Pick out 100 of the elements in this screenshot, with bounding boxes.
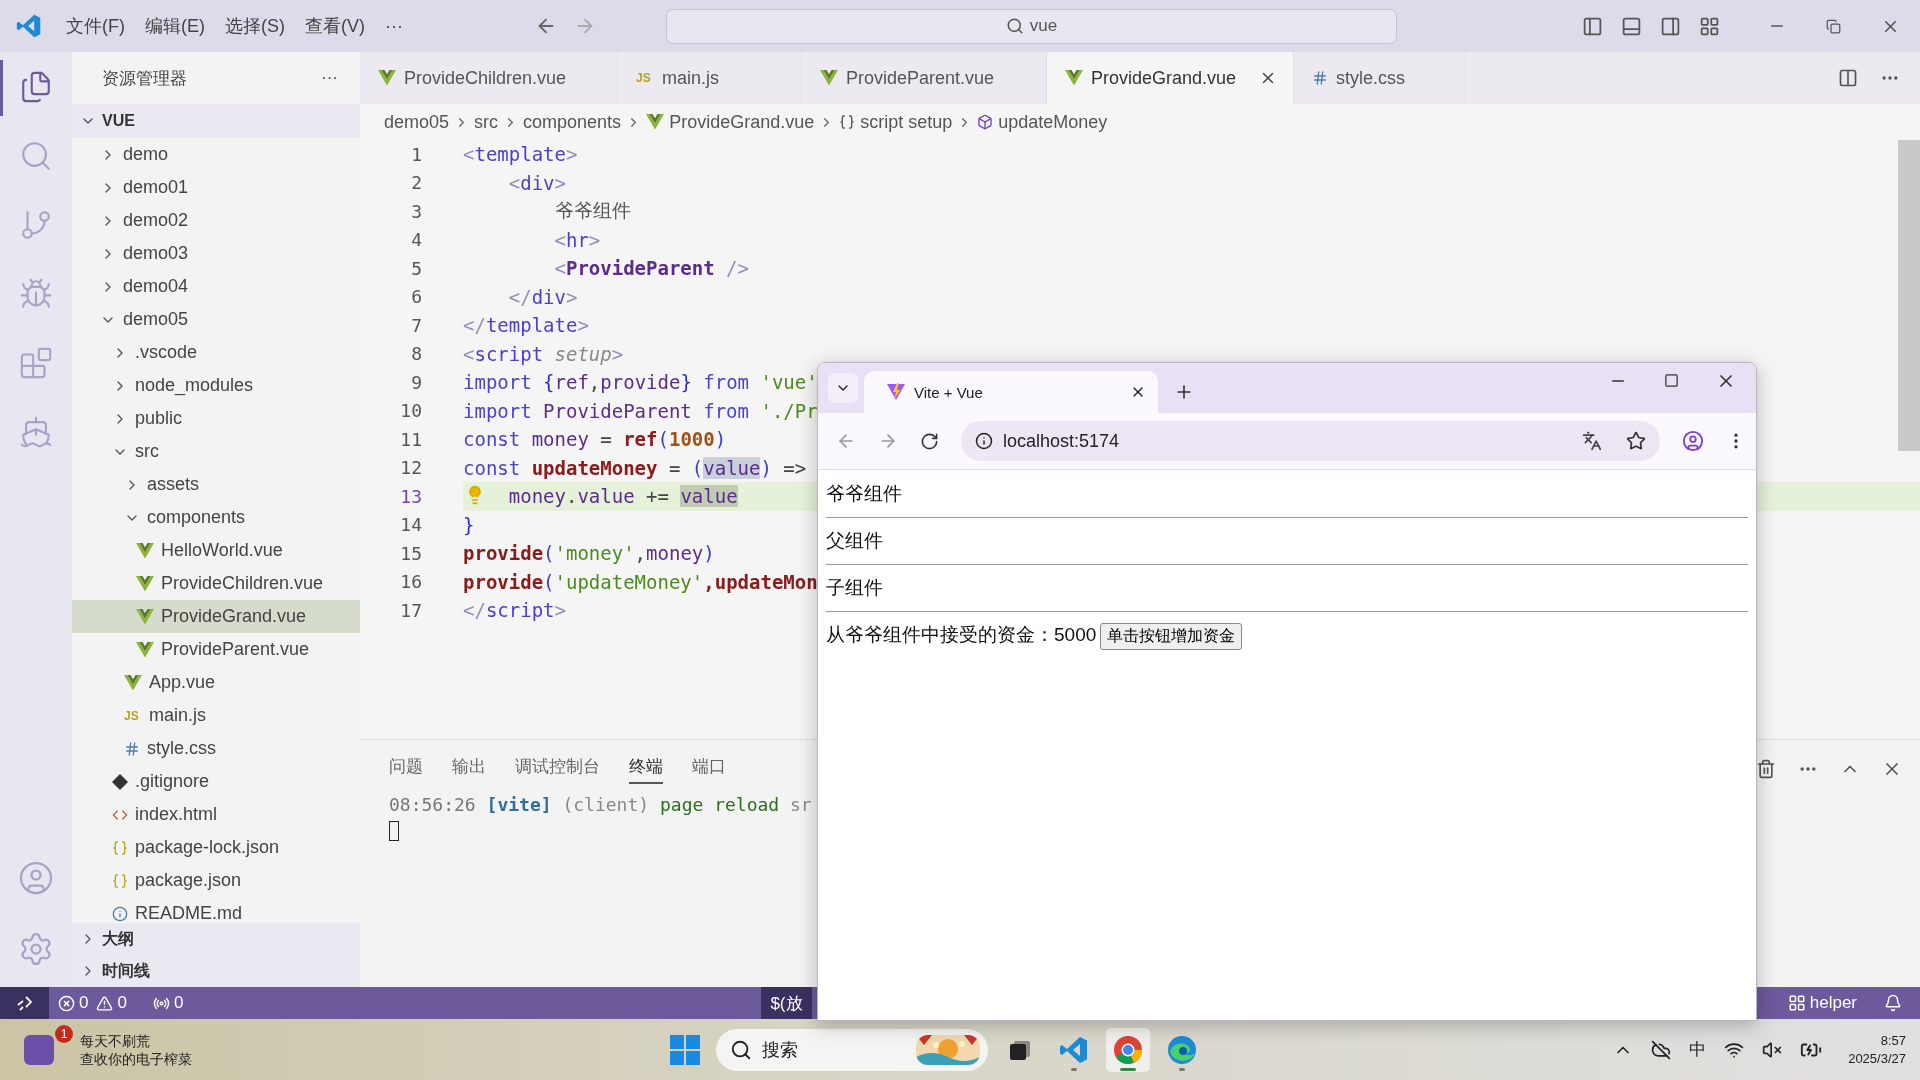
breadcrumb-item[interactable]: components	[523, 111, 622, 133]
ports-button[interactable]: 0	[143, 987, 193, 1019]
line-number: 12	[399, 457, 422, 479]
tree-item[interactable]: .vscode	[72, 336, 360, 369]
page-text: 从爷爷组件中接受的资金：5000	[826, 624, 1097, 645]
clock[interactable]: 8:57 2025/3/27	[1848, 1031, 1906, 1068]
line-number: 4	[410, 229, 422, 251]
code-line: <hr>	[553, 228, 601, 251]
files-icon[interactable]	[19, 70, 53, 104]
app-icon[interactable]	[24, 1034, 54, 1065]
line-number: 6	[410, 286, 422, 308]
maximize-icon[interactable]	[1664, 373, 1679, 388]
tree-item[interactable]: .gitignore	[72, 765, 360, 798]
input-method-indicator[interactable]: 中	[1689, 1038, 1707, 1061]
terminal-status[interactable]: $(放	[761, 987, 812, 1019]
panel-tab[interactable]: 输出	[452, 754, 486, 784]
v-logo-icon	[136, 641, 154, 658]
menu-item[interactable]: 选择(S)	[215, 14, 295, 38]
folder-header[interactable]: VUE	[72, 104, 360, 138]
tree-item[interactable]: ProvideParent.vue	[72, 633, 360, 666]
bookmark-icon[interactable]	[1626, 431, 1646, 451]
more-actions-button[interactable]: ···	[321, 68, 338, 88]
tree-item[interactable]: ProvideGrand.vue	[72, 600, 360, 633]
translate-icon[interactable]	[1582, 431, 1602, 451]
tree-item[interactable]: demo04	[72, 270, 360, 303]
breadcrumb-item[interactable]: updateMoney	[998, 111, 1108, 133]
code-line: import {ref,provide} from 'vue'	[463, 371, 818, 394]
panel-tab[interactable]: 问题	[389, 754, 423, 784]
round-logo-icon[interactable]	[1113, 1034, 1143, 1065]
restore-icon[interactable]	[1826, 18, 1841, 34]
menu-item[interactable]: 编辑(E)	[135, 14, 215, 38]
remote-button[interactable]	[0, 987, 49, 1019]
panel-tab[interactable]: 端口	[692, 754, 726, 784]
start-icon[interactable]	[670, 1034, 700, 1065]
breadcrumb-item[interactable]: demo05	[384, 111, 450, 133]
panel-tab[interactable]: 调试控制台	[515, 754, 600, 784]
tree-item[interactable]: src	[72, 435, 360, 468]
page-button[interactable]: 单击按钮增加资金	[1100, 623, 1243, 650]
scrollbar-thumb[interactable]	[1898, 140, 1920, 451]
tree-item[interactable]: components	[72, 501, 360, 534]
split-editor-icon[interactable]	[1838, 68, 1858, 88]
panel-tab[interactable]: 终端	[629, 754, 663, 784]
reload-icon[interactable]	[920, 431, 939, 451]
tree-item[interactable]: demo03	[72, 237, 360, 270]
tree-item[interactable]: App.vue	[72, 666, 360, 699]
search-field[interactable]: vue	[665, 8, 1397, 44]
tree-item[interactable]: assets	[72, 468, 360, 501]
menu-item[interactable]: 文件(F)	[56, 14, 135, 38]
ribbon-logo-icon[interactable]	[1059, 1034, 1089, 1065]
braces-icon	[839, 114, 856, 130]
wave-logo-icon[interactable]	[1167, 1034, 1197, 1065]
section-header[interactable]: 大纲	[72, 923, 360, 955]
tree-item[interactable]: public	[72, 402, 360, 435]
layout-icon[interactable]	[1699, 15, 1720, 37]
profile-icon[interactable]	[1682, 430, 1704, 452]
line-number: 17	[399, 599, 422, 621]
mute-icon[interactable]	[1762, 1039, 1783, 1060]
code-line: <template>	[463, 143, 578, 166]
cloud-off-icon[interactable]	[1651, 1039, 1672, 1060]
v-logo-icon	[136, 608, 154, 625]
tree-item[interactable]: demo02	[72, 204, 360, 237]
tree-item[interactable]: index.html	[72, 798, 360, 831]
tree-item[interactable]: node_modules	[72, 369, 360, 402]
tree-item[interactable]: package-lock.json	[72, 831, 360, 864]
search-field[interactable]: 搜索	[716, 1028, 988, 1071]
tree-item[interactable]: demo01	[72, 171, 360, 204]
v-logo-icon	[646, 114, 665, 130]
tree-item[interactable]: package.json	[72, 864, 360, 897]
remote-icon	[15, 995, 34, 1011]
menu-item[interactable]: 查看(V)	[295, 14, 375, 38]
tree-item[interactable]: demo	[72, 138, 360, 171]
tree-item[interactable]: demo05	[72, 303, 360, 336]
menu-item[interactable]: ···	[375, 15, 413, 37]
helper-button[interactable]: helper	[1778, 987, 1866, 1019]
v-logo-icon	[1065, 70, 1083, 86]
breadcrumb-item[interactable]: ProvideGrand.vue	[669, 111, 815, 133]
line-number: 14	[399, 514, 422, 536]
warning-icon	[96, 994, 114, 1012]
address-bar[interactable]: localhost:5174	[961, 421, 1660, 461]
code-line: import ProvideParent from './Pr	[463, 399, 818, 422]
sidebar-toggle-icon[interactable]	[1582, 15, 1603, 37]
secondary-sidebar-icon[interactable]	[1660, 15, 1681, 37]
diamond-icon	[112, 773, 128, 790]
line-number: 10	[399, 400, 422, 422]
tree-item[interactable]: style.css	[72, 732, 360, 765]
tree-item[interactable]: HelloWorld.vue	[72, 534, 360, 567]
terminal-cursor	[389, 821, 399, 841]
tree-item[interactable]: ProvideChildren.vue	[72, 567, 360, 600]
breadcrumb-item[interactable]: src	[474, 111, 499, 133]
section-header[interactable]: 时间线	[72, 955, 360, 987]
tab-search-button[interactable]	[828, 373, 858, 403]
browser-tab[interactable]: Vite + Vue	[864, 371, 1158, 413]
breadcrumb-item[interactable]: script setup	[860, 111, 953, 133]
editor-tab[interactable]: ProvideGrand.vue	[1047, 52, 1294, 104]
error-icon	[58, 994, 75, 1012]
problems-button[interactable]: 0 0	[49, 987, 136, 1019]
panel-toggle-icon[interactable]	[1621, 15, 1642, 37]
tree-item[interactable]: JS main.js	[72, 699, 360, 732]
tree-item[interactable]: README.md	[72, 897, 360, 923]
trash-icon[interactable]	[1756, 759, 1776, 779]
